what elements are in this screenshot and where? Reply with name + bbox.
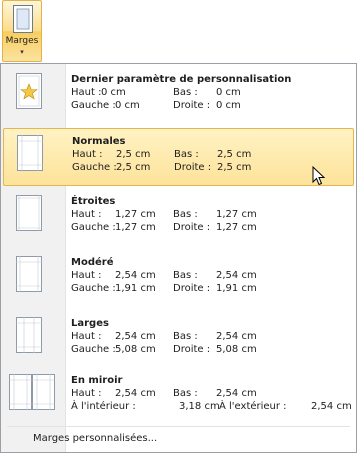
margins-icon <box>13 5 33 33</box>
label-gauche: Gauche : <box>71 100 116 111</box>
margin-option-normal[interactable]: Normales Haut : 2,5 cm Bas : 2,5 cm Gauc… <box>3 128 354 186</box>
mirrored-pages-icon <box>9 374 55 410</box>
label-bas: Bas : <box>174 149 199 160</box>
value-droite: 0 cm <box>216 100 241 111</box>
margin-option-moderate[interactable]: Modéré Haut : 2,54 cm Bas : 2,54 cm Gauc… <box>3 250 354 308</box>
value-inside: 3,18 cm <box>179 401 220 412</box>
label-haut: Haut : <box>72 149 103 160</box>
margins-label: Marges <box>5 36 39 46</box>
value-bas: 0 cm <box>216 87 241 98</box>
label-outside: À l'extérieur : <box>219 401 287 412</box>
value-droite: 1,91 cm <box>216 283 257 294</box>
custom-margins-menu-item[interactable]: Marges personnalisées... <box>33 433 157 444</box>
value-droite: 1,27 cm <box>216 222 257 233</box>
option-title: Dernier paramètre de personnalisation <box>71 74 292 85</box>
value-haut: 2,54 cm <box>115 388 156 399</box>
value-haut: 2,54 cm <box>115 270 156 281</box>
margin-option-wide[interactable]: Larges Haut : 2,54 cm Bas : 2,54 cm Gauc… <box>3 311 354 369</box>
value-gauche: 2,5 cm <box>116 162 151 173</box>
margin-option-narrow[interactable]: Étroites Haut : 1,27 cm Bas : 1,27 cm Ga… <box>3 189 354 247</box>
page-margins-icon <box>16 195 42 231</box>
value-bas: 1,27 cm <box>216 209 257 220</box>
margin-option-last-custom[interactable]: Dernier paramètre de personnalisation Ha… <box>3 67 354 125</box>
value-bas: 2,5 cm <box>217 149 252 160</box>
chevron-down-icon: ▾ <box>20 48 24 56</box>
value-haut: 2,5 cm <box>116 149 151 160</box>
value-droite: 5,08 cm <box>216 344 257 355</box>
star-page-icon <box>16 73 42 109</box>
value-droite: 2,5 cm <box>217 162 252 173</box>
label-haut: Haut : <box>71 270 102 281</box>
label-droite: Droite : <box>173 344 211 355</box>
value-gauche: 5,08 cm <box>115 344 156 355</box>
option-title: Larges <box>71 318 109 329</box>
margins-dropdown: Dernier paramètre de personnalisation Ha… <box>0 63 357 453</box>
margin-option-mirrored[interactable]: En miroir Haut : 2,54 cm Bas : 2,54 cm À… <box>3 368 354 426</box>
label-bas: Bas : <box>173 209 198 220</box>
option-title: Normales <box>72 136 126 147</box>
label-gauche: Gauche : <box>72 162 117 173</box>
label-gauche: Gauche : <box>71 283 116 294</box>
label-inside: À l'intérieur : <box>71 401 136 412</box>
label-bas: Bas : <box>173 388 198 399</box>
page-margins-icon <box>16 256 42 292</box>
label-haut: Haut : <box>71 331 102 342</box>
label-gauche: Gauche : <box>71 344 116 355</box>
label-gauche: Gauche : <box>71 222 116 233</box>
label-bas: Bas : <box>173 87 198 98</box>
value-gauche: 1,27 cm <box>115 222 156 233</box>
value-bas: 2,54 cm <box>216 270 257 281</box>
value-bas: 2,54 cm <box>216 331 257 342</box>
mouse-pointer-icon <box>312 166 326 186</box>
label-haut: Haut : <box>71 209 102 220</box>
page-margins-icon <box>17 135 43 171</box>
option-title: En miroir <box>71 375 123 386</box>
value-haut: 2,54 cm <box>115 331 156 342</box>
label-haut: Haut : <box>71 87 102 98</box>
margins-button[interactable]: Marges ▾ <box>2 0 42 62</box>
label-droite: Droite : <box>173 100 211 111</box>
label-haut: Haut : <box>71 388 102 399</box>
value-bas: 2,54 cm <box>216 388 257 399</box>
option-title: Étroites <box>71 196 116 207</box>
label-bas: Bas : <box>173 270 198 281</box>
label-droite: Droite : <box>173 222 211 233</box>
value-outside: 2,54 cm <box>311 401 352 412</box>
label-droite: Droite : <box>174 162 212 173</box>
value-gauche: 1,91 cm <box>115 283 156 294</box>
label-droite: Droite : <box>173 283 211 294</box>
page-margins-icon <box>16 317 42 353</box>
value-haut: 0 cm <box>101 87 126 98</box>
value-haut: 1,27 cm <box>115 209 156 220</box>
label-bas: Bas : <box>173 331 198 342</box>
menu-separator <box>7 426 350 427</box>
value-gauche: 0 cm <box>115 100 140 111</box>
option-title: Modéré <box>71 257 114 268</box>
